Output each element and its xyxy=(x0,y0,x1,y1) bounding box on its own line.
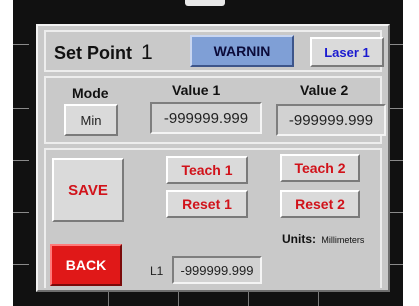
values-section: Mode Min Value 1 -999999.999 Value 2 -99… xyxy=(44,76,386,144)
bezel-tick xyxy=(13,264,29,265)
units-indicator: Units: Millimeters xyxy=(282,232,364,246)
mode-label: Mode xyxy=(72,85,109,101)
laser-select-button[interactable]: Laser 1 xyxy=(310,37,384,67)
reset1-button[interactable]: Reset 1 xyxy=(166,190,248,218)
bezel-tick xyxy=(248,292,249,306)
value1-field[interactable]: -999999.999 xyxy=(150,102,262,134)
bezel-tick xyxy=(13,108,29,109)
mode-button[interactable]: Min xyxy=(64,104,118,136)
header-section: Set Point 1 WARNIN Laser 1 xyxy=(44,30,384,72)
set-point-number: 1 xyxy=(141,41,153,64)
warning-button[interactable]: WARNIN xyxy=(190,35,294,67)
units-value: Millimeters xyxy=(321,235,365,245)
bezel-tick xyxy=(13,44,29,45)
reset2-button[interactable]: Reset 2 xyxy=(280,190,360,218)
bezel-tick xyxy=(318,292,319,306)
save-button[interactable]: SAVE xyxy=(52,158,124,222)
bezel-tick xyxy=(13,212,29,213)
value2-field[interactable]: -999999.999 xyxy=(276,104,386,136)
teach2-button[interactable]: Teach 2 xyxy=(280,154,360,182)
units-label: Units: xyxy=(282,232,316,246)
back-button[interactable]: BACK xyxy=(50,244,122,286)
bezel-tick xyxy=(13,160,29,161)
bezel-tick xyxy=(108,292,109,306)
actions-section: SAVE Teach 1 Reset 1 Teach 2 Reset 2 Uni… xyxy=(44,148,382,288)
page-title-text: Set Point xyxy=(54,43,133,63)
l1-reading-field: -999999.999 xyxy=(172,256,262,284)
l1-label: L1 xyxy=(150,264,164,278)
value1-label: Value 1 xyxy=(172,82,221,98)
page-title: Set Point 1 xyxy=(54,41,153,65)
teach1-button[interactable]: Teach 1 xyxy=(166,156,248,184)
top-bezel-notch xyxy=(185,0,225,6)
set-point-panel: Set Point 1 WARNIN Laser 1 Mode Min Valu… xyxy=(36,24,390,292)
value2-label: Value 2 xyxy=(300,82,349,98)
bezel-tick xyxy=(178,292,179,306)
